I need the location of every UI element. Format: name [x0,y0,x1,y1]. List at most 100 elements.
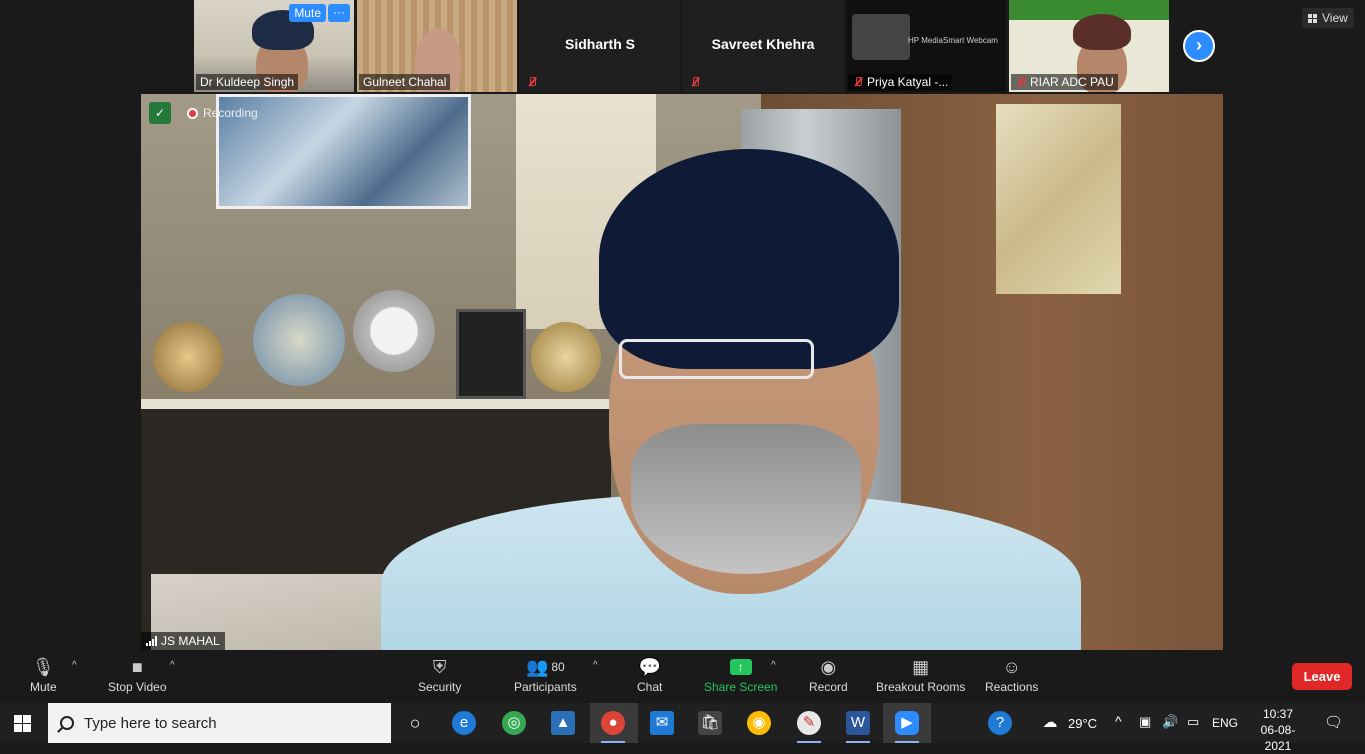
battery-icon[interactable]: ▭ [1187,714,1199,730]
participants-options-caret[interactable]: ^ [593,660,598,671]
windows-taskbar: Type here to search ○ e ◎ ▲ ● ✉ 🛍 ◉ ✎ W … [0,703,1365,753]
chrome-profile-icon[interactable]: ● [601,711,625,743]
grid-icon [1308,13,1317,23]
participants-count: 80 [551,660,565,674]
security-button[interactable]: ⛨ Security [418,654,462,695]
participants-label: Participants [514,680,577,694]
participants-button[interactable]: 👥 80 Participants [514,654,577,695]
trophy-plate-2 [531,322,601,392]
breakout-rooms-button[interactable]: ▦ Breakout Rooms [876,654,966,695]
taskbar-clock[interactable]: 10:37 06-08-2021 [1248,706,1308,754]
photos-icon[interactable]: ▲ [551,711,575,735]
mute-button[interactable]: 🎙 Mute [30,654,57,695]
audio-options-caret[interactable]: ^ [72,660,77,671]
security-label: Security [418,680,462,694]
share-screen-button[interactable]: ↑ Share Screen [704,654,777,694]
participant-tile-sidharth[interactable]: Sidharth S [520,0,680,92]
participant-name: Priya Katyal -... [867,75,949,89]
zoom-app-icon[interactable]: ▶ [895,711,919,743]
store-icon[interactable]: 🛍 [698,711,722,735]
recording-dot-icon [187,107,198,119]
windows-start-icon[interactable] [14,715,31,732]
speaker-beard [631,424,861,574]
leave-button[interactable]: Leave [1292,663,1352,690]
participant-name-plate: RIAR ADC PAU [1011,74,1118,90]
muted-mic-icon [1015,76,1027,88]
help-icon[interactable]: ? [988,711,1012,735]
mute-label: Mute [30,680,57,694]
chat-bubble-icon: 💬 [638,656,661,677]
taskbar-search-box[interactable]: Type here to search [48,703,391,743]
view-label: View [1322,11,1348,25]
stop-video-button[interactable]: ■ Stop Video [108,654,167,695]
clock-date: 06-08-2021 [1260,723,1296,753]
video-camera-icon: ■ [131,656,143,677]
recording-label: Recording [203,106,258,120]
share-options-caret[interactable]: ^ [771,660,776,671]
task-view-icon[interactable]: ○ [403,711,427,735]
edge-browser-icon[interactable]: e [452,711,476,735]
clock-time: 10:37 [1262,707,1294,721]
record-button[interactable]: ◉ Record [809,654,848,695]
mute-participant-button[interactable]: Mute [289,4,326,22]
video-options-caret[interactable]: ^ [170,660,175,671]
participant-name: Sidharth S [564,36,635,52]
mail-icon[interactable]: ✉ [650,711,674,735]
breakout-rooms-label: Breakout Rooms [876,680,966,694]
participant-name-plate: Dr Kuldeep Singh [196,74,299,90]
record-icon: ◉ [820,656,837,677]
temperature[interactable]: 29°C [1068,716,1097,731]
search-placeholder: Type here to search [84,714,217,732]
view-button[interactable]: View [1302,8,1354,28]
search-icon [60,716,74,730]
breakout-rooms-icon: ▦ [912,656,930,677]
participant-tile-kuldeep[interactable]: Mute ··· Dr Kuldeep Singh [194,0,354,92]
chrome-browser-icon[interactable]: ◉ [747,711,771,735]
webcam-graphic [852,14,910,60]
participants-icon: 👥 80 [525,656,565,677]
speaker-glasses [619,339,814,379]
more-options-button[interactable]: ··· [328,4,350,22]
zoom-meeting-window: Mute ··· Dr Kuldeep Singh Gulneet Chahal… [0,0,1365,703]
stop-video-label: Stop Video [108,680,167,694]
active-speaker-video: ✓ Recording JS MAHAL [141,94,1223,650]
notification-center-icon[interactable]: 🗨 [1324,713,1343,731]
encryption-shield-icon[interactable]: ✓ [149,102,171,124]
share-screen-label: Share Screen [704,680,778,694]
trophy-globe [253,294,345,386]
participant-name-plate: Gulneet Chahal [359,74,451,90]
weather-cloud-icon[interactable]: ☁ [1038,711,1062,735]
reactions-label: Reactions [985,680,1039,694]
reactions-button[interactable]: ☺ Reactions [985,654,1039,695]
paint-icon[interactable]: ✎ [797,711,821,743]
participant-name: Savreet Khehra [711,36,815,52]
shield-icon: ⛨ [432,656,447,677]
share-screen-icon: ↑ [729,654,752,680]
speaker-name: JS MAHAL [161,634,220,648]
background-map [996,104,1121,294]
next-page-button[interactable]: › [1183,30,1215,62]
word-icon[interactable]: W [846,711,870,743]
speaker-volume-icon[interactable]: 🔊 [1162,714,1178,730]
participant-tile-gulneet[interactable]: Gulneet Chahal [357,0,517,92]
muted-mic-icon [526,76,538,88]
microphone-icon: 🎙 [31,656,55,677]
language-indicator[interactable]: ENG [1212,716,1238,730]
participant-strip: Mute ··· Dr Kuldeep Singh Gulneet Chahal… [194,0,1172,92]
meet-now-icon[interactable]: ▣ [1139,714,1151,730]
speaker-turban [599,149,899,369]
speaker-name-plate: JS MAHAL [141,632,225,650]
participant-name-plate: Priya Katyal -... [848,74,953,90]
muted-mic-icon [852,76,864,88]
chat-button[interactable]: 💬 Chat [637,654,663,695]
participant-video-turban [1073,14,1131,50]
participant-tile-savreet[interactable]: Savreet Khehra [683,0,843,92]
chat-label: Chat [637,680,663,694]
record-label: Record [809,680,848,694]
tripadvisor-icon[interactable]: ◎ [502,711,526,735]
award-plaque [456,309,526,399]
tray-expand-icon[interactable]: ^ [1115,713,1122,729]
participant-tile-riar[interactable]: RIAR ADC PAU [1009,0,1169,92]
participant-name: RIAR ADC PAU [1030,75,1114,89]
participant-tile-priya[interactable]: HP MediaSmart Webcam Priya Katyal -... [846,0,1006,92]
